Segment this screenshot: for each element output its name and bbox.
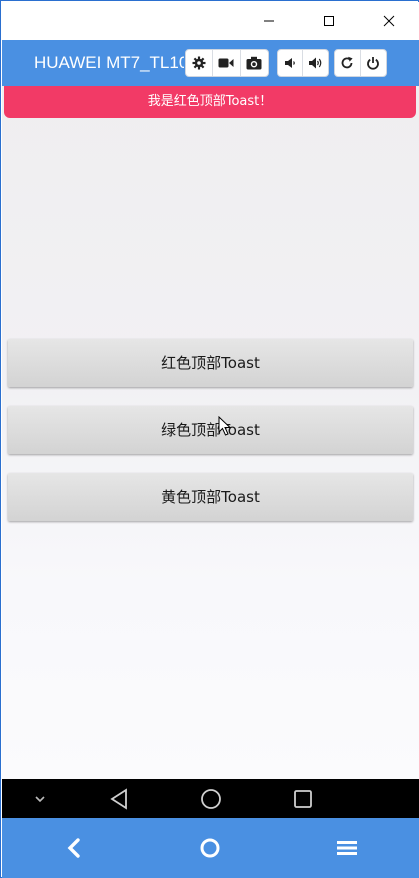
circle-home-icon (201, 788, 221, 809)
phone-screen: 我是红色顶部Toast！ 红色顶部Toast 绿色顶部Toast 黄色顶部Toa… (2, 86, 419, 779)
maximize-icon (324, 16, 334, 26)
maximize-button[interactable] (299, 2, 359, 40)
emulator-control-bar (2, 818, 419, 878)
home-control-button[interactable] (195, 833, 225, 863)
back-control-button[interactable] (59, 833, 89, 863)
power-icon (367, 57, 380, 70)
menu-control-button[interactable] (332, 833, 362, 863)
close-icon (383, 15, 395, 27)
record-button[interactable] (213, 50, 241, 76)
minimize-icon (264, 20, 274, 22)
power-button[interactable] (361, 50, 387, 76)
rotate-icon (341, 56, 353, 69)
volume-down-button[interactable] (278, 50, 303, 76)
device-name: HUAWEI MT7_TL10 (34, 53, 184, 72)
screenshot-button[interactable] (241, 50, 268, 76)
android-navigation-bar (2, 779, 419, 818)
android-back-button[interactable] (106, 779, 132, 818)
volume-up-icon (308, 57, 321, 69)
minimize-button[interactable] (239, 2, 299, 40)
circle-icon (200, 838, 220, 858)
top-toast: 我是红色顶部Toast！ (4, 86, 416, 118)
green-toast-button[interactable]: 绿色顶部Toast (8, 406, 413, 454)
video-camera-icon (218, 58, 234, 68)
chevron-down-icon (35, 795, 45, 802)
chevron-left-icon (67, 838, 80, 858)
hamburger-menu-icon (337, 841, 357, 855)
settings-button[interactable] (186, 50, 214, 76)
mouse-cursor-icon (218, 416, 232, 436)
hide-nav-button[interactable] (30, 779, 50, 818)
gear-icon (192, 56, 206, 70)
emulator-window: HUAWEI MT7_TL10 我是红色顶部Toast！ 红色顶部Toast 绿… (0, 0, 419, 878)
rotate-button[interactable] (335, 50, 361, 76)
volume-up-button[interactable] (303, 50, 328, 76)
android-recents-button[interactable] (290, 779, 316, 818)
toolbar-group-power (334, 49, 387, 77)
android-home-button[interactable] (198, 779, 224, 818)
device-toolbar: HUAWEI MT7_TL10 (2, 40, 419, 86)
camera-icon (246, 56, 262, 70)
toolbar-group-settings (185, 49, 269, 77)
toolbar-group-volume (277, 49, 329, 77)
yellow-toast-button[interactable]: 黄色顶部Toast (8, 473, 413, 521)
triangle-back-icon (110, 787, 127, 810)
close-button[interactable] (359, 2, 419, 40)
red-toast-button[interactable]: 红色顶部Toast (8, 339, 413, 387)
square-recents-icon (294, 789, 312, 808)
window-titlebar (2, 2, 419, 40)
volume-down-icon (285, 58, 295, 68)
